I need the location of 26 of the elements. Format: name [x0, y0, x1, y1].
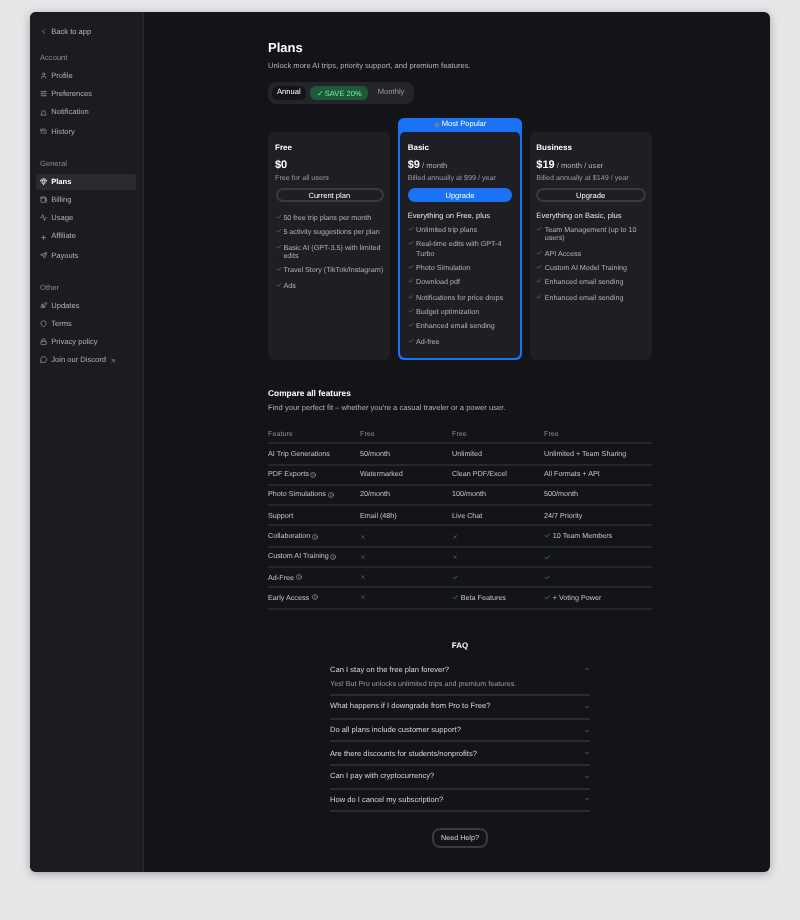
- check-icon: [544, 594, 551, 602]
- user-icon: [40, 72, 48, 80]
- rocket-icon: [40, 301, 48, 309]
- shield-icon: [40, 320, 48, 328]
- history-icon: [40, 127, 48, 135]
- info-icon: [330, 553, 337, 560]
- gem-icon: [40, 177, 48, 186]
- bolt-icon: [433, 121, 440, 128]
- info-icon: [310, 471, 317, 478]
- check-icon: [452, 594, 459, 602]
- check-icon: [544, 553, 551, 561]
- activity-icon: [40, 214, 48, 222]
- chat-icon: [40, 356, 48, 365]
- info-icon: [312, 533, 319, 540]
- check-icon: [544, 573, 551, 581]
- check-icon: [452, 573, 459, 581]
- plus-icon: [40, 233, 48, 241]
- lock-icon: [40, 338, 48, 346]
- info-icon: [311, 594, 318, 601]
- info-icon: [295, 574, 302, 581]
- info-icon: [327, 491, 334, 498]
- wallet-icon: [40, 196, 48, 204]
- bell-icon: [40, 109, 48, 117]
- send-icon: [40, 251, 48, 259]
- check-icon: [544, 532, 551, 540]
- sliders-icon: [40, 90, 48, 98]
